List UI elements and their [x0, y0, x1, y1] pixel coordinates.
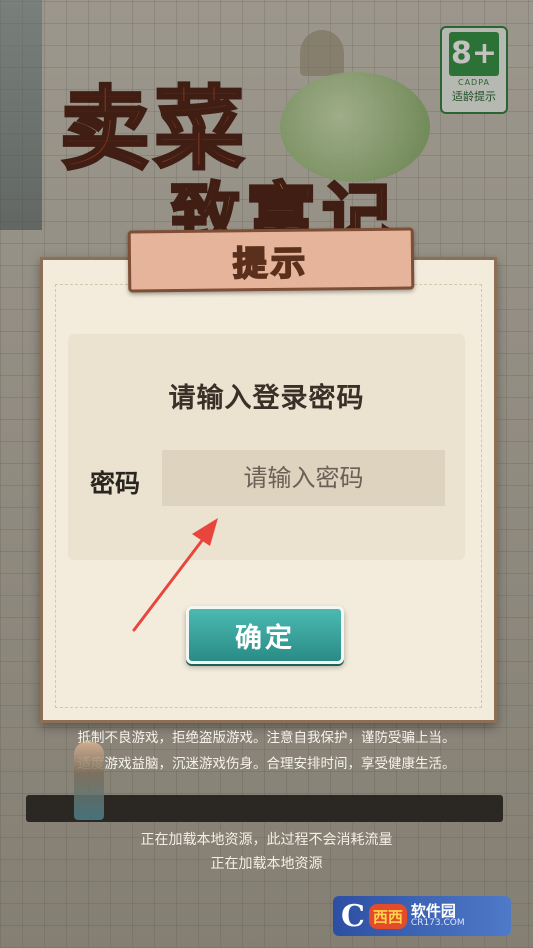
confirm-button[interactable]: 确定 — [186, 606, 344, 664]
watermark-text: 软件园 CR173.COM — [411, 904, 465, 928]
watermark-domain: CR173.COM — [410, 918, 465, 928]
loading-text-line1: 正在加载本地资源，此过程不会消耗流量 — [140, 832, 393, 848]
watermark-xx: 西西 — [368, 903, 407, 929]
loading-text-line2: 正在加载本地资源 — [210, 856, 323, 872]
watermark-mark: C — [341, 898, 365, 934]
character-sprite — [74, 742, 104, 820]
password-prompt: 请输入登录密码 — [168, 383, 365, 414]
site-watermark: C 西西 软件园 CR173.COM — [333, 896, 511, 936]
dialog-title: 提示 — [232, 242, 310, 285]
password-input[interactable] — [162, 450, 445, 506]
watermark-name: 软件园 — [410, 902, 456, 920]
dialog-title-banner: 提示 — [127, 227, 415, 293]
password-label: 密码 — [90, 469, 141, 498]
password-card: 请输入登录密码 密码 — [68, 334, 465, 560]
